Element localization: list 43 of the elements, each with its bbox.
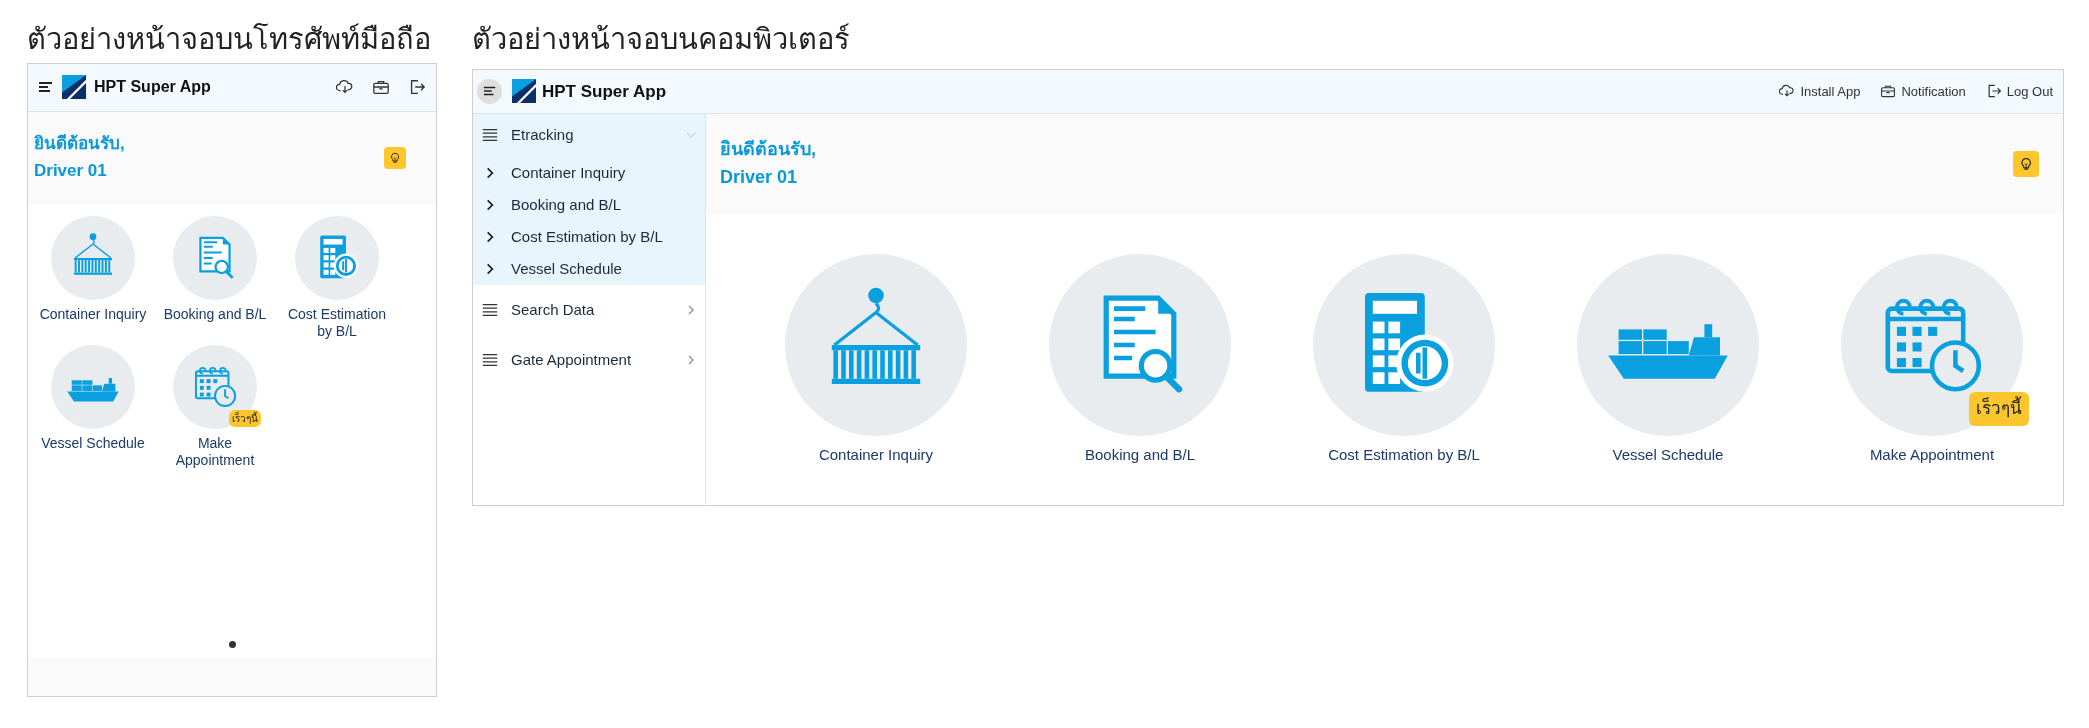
sidebar-item[interactable]: Gate Appointment xyxy=(473,334,705,385)
header-link[interactable]: Log Out xyxy=(1985,81,2053,102)
tile-label[interactable]: Make Appointment xyxy=(160,435,270,469)
tile-label[interactable]: Booking and B/L xyxy=(160,305,270,323)
tile-label[interactable]: Container Inquiry xyxy=(38,305,148,323)
idea-button[interactable] xyxy=(2013,150,2039,177)
header-link[interactable]: Notification xyxy=(1880,81,1966,102)
soon-badge: เร็วๆนี้ xyxy=(1969,392,2029,426)
user-name: Driver 01 xyxy=(34,159,108,182)
lightbulb-icon xyxy=(388,151,402,164)
menu-button[interactable] xyxy=(477,78,502,104)
sidebar-subitem[interactable]: Vessel Schedule xyxy=(473,252,705,285)
logout-icon[interactable] xyxy=(408,78,426,97)
tile-label[interactable]: Make Appointment xyxy=(1807,445,2057,464)
welcome-text: ยินดีต้อนรับ, xyxy=(34,133,125,156)
user-name: Driver 01 xyxy=(720,165,799,189)
chevron-right-icon xyxy=(685,303,697,316)
tile-label[interactable]: Vessel Schedule xyxy=(38,435,148,453)
tile-label[interactable]: Vessel Schedule xyxy=(1543,445,1793,464)
sidebar-subitem[interactable]: Cost Estimation by B/L xyxy=(473,220,705,253)
chevron-right-icon xyxy=(685,353,697,366)
sidebar-item[interactable]: Etracking xyxy=(473,113,705,157)
tile-label[interactable]: Booking and B/L xyxy=(1015,445,1265,464)
welcome-text: ยินดีต้อนรับ, xyxy=(720,137,816,161)
logo xyxy=(512,79,536,104)
lightbulb-icon xyxy=(2018,156,2034,171)
sidebar-subitem[interactable]: Booking and B/L xyxy=(473,188,705,221)
idea-button[interactable] xyxy=(384,146,406,169)
logo xyxy=(62,75,86,100)
tile-label[interactable]: Container Inquiry xyxy=(751,445,1001,464)
sidebar-item[interactable]: Search Data xyxy=(473,284,705,335)
caption: ตัวอย่างหน้าจอบนโทรศัพท์มือถือ xyxy=(27,22,432,57)
header-link[interactable]: Install App xyxy=(1779,81,1861,102)
briefcase-icon xyxy=(1880,83,1897,100)
app-title: HPT Super App xyxy=(94,77,211,98)
tile-label[interactable]: Cost Estimation by B/L xyxy=(1279,445,1529,464)
app-title: HPT Super App xyxy=(542,80,667,103)
caption: ตัวอย่างหน้าจอบนคอมพิวเตอร์ xyxy=(472,22,851,57)
page-indicator-icon xyxy=(228,640,236,648)
soon-badge: เร็วๆนี้ xyxy=(229,410,261,428)
briefcase-icon[interactable] xyxy=(372,78,390,97)
sidebar-subitem[interactable]: Container Inquiry xyxy=(473,156,705,189)
tile-label[interactable]: Cost Estimation by B/L xyxy=(282,305,392,340)
